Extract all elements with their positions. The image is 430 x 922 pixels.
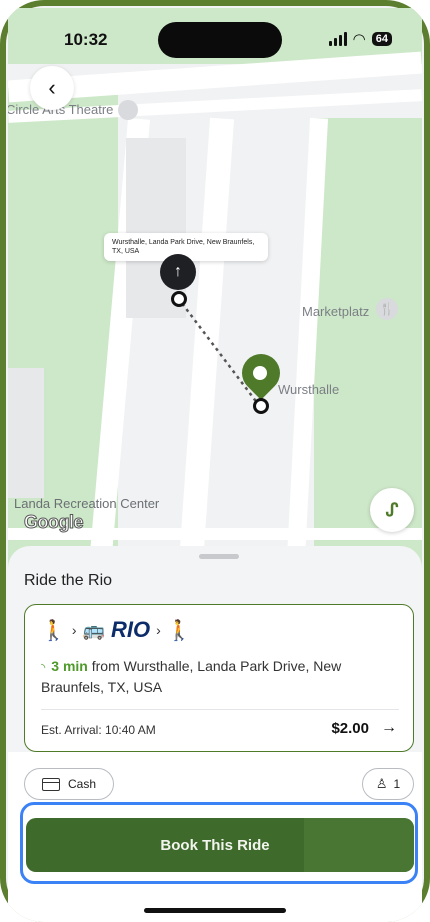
price: $2.00 →	[331, 719, 397, 737]
arrow-right-icon[interactable]: →	[381, 719, 397, 737]
trip-modes: 🚶 › 🚌 RIO › 🚶	[41, 617, 192, 643]
person-icon: ♙	[375, 776, 388, 791]
chevron-left-icon: ‹	[48, 75, 56, 100]
estimated-arrival: Est. Arrival: 10:40 AM	[41, 723, 156, 737]
payment-method-button[interactable]: Cash	[24, 768, 114, 800]
ride-option-card[interactable]: 🚶 › 🚌 RIO › 🚶 ◝ 3 min from Wursthalle, La…	[24, 604, 414, 752]
bus-icon: 🚌	[82, 619, 105, 640]
sheet-handle[interactable]	[199, 554, 239, 559]
sheet-title: Ride the Rio	[24, 572, 113, 589]
route-icon: ᔑ	[385, 499, 399, 520]
chevron-right-icon: ›	[156, 622, 161, 638]
destination-pin-dot	[253, 366, 267, 380]
start-pin[interactable]: ↑	[160, 254, 196, 290]
walk-icon: 🚶	[41, 619, 66, 642]
passenger-count-button[interactable]: ♙ 1	[362, 768, 414, 800]
book-ride-label: Book This Ride	[160, 836, 270, 854]
price-value: $2.00	[331, 719, 369, 737]
card-icon	[41, 777, 60, 791]
arrow-up-icon: ↑	[174, 263, 182, 280]
card-divider	[41, 709, 399, 710]
wifi-icon: ◠	[352, 31, 366, 48]
rio-logo: RIO	[111, 617, 151, 642]
book-ride-button[interactable]: Book This Ride	[26, 818, 414, 872]
eta-text: ◝ 3 min from Wursthalle, Landa Park Drive…	[41, 657, 401, 697]
passenger-count: 1	[393, 777, 401, 791]
destination-marker	[253, 398, 269, 414]
button-shade	[304, 818, 414, 872]
live-signal-icon: ◝	[41, 662, 46, 674]
payment-label: Cash	[67, 777, 96, 791]
phone-screen: Circle Arts Theatre Marketplatz Wursthal…	[0, 0, 430, 922]
dynamic-island	[158, 22, 282, 58]
google-logo: Google	[24, 512, 85, 533]
route-button[interactable]: ᔑ	[370, 488, 414, 532]
battery-icon: 64	[371, 32, 392, 46]
status-icons: ◠ 64	[328, 30, 392, 48]
eta-minutes: 3 min	[51, 658, 88, 674]
status-time: 10:32	[64, 30, 108, 49]
back-button[interactable]: ‹	[30, 66, 74, 110]
walk-icon: 🚶	[166, 619, 192, 642]
start-marker	[171, 291, 187, 307]
home-indicator[interactable]	[144, 908, 286, 913]
signal-icon	[328, 32, 347, 46]
chevron-right-icon: ›	[71, 622, 77, 638]
